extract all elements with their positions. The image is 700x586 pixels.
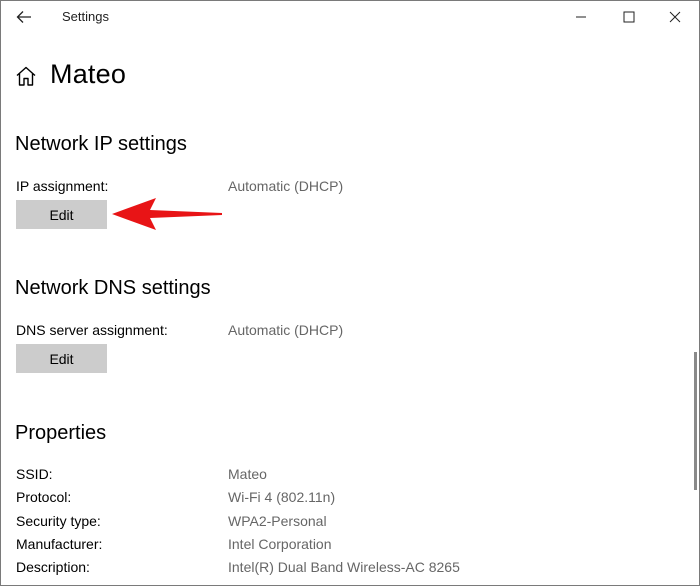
back-arrow-icon	[16, 11, 31, 23]
title-bar: Settings	[0, 0, 700, 34]
ip-assignment-label: IP assignment:	[16, 178, 109, 194]
dns-assignment-label: DNS server assignment:	[16, 322, 168, 338]
network-dns-section-title: Network DNS settings	[15, 277, 211, 299]
property-value-description: Intel(R) Dual Band Wireless-AC 8265	[228, 559, 460, 575]
property-label-manufacturer: Manufacturer:	[16, 536, 103, 552]
property-label-protocol: Protocol:	[16, 489, 72, 505]
maximize-button[interactable]	[606, 3, 652, 31]
property-value-protocol: Wi-Fi 4 (802.11n)	[228, 489, 336, 505]
ip-assignment-value: Automatic (DHCP)	[228, 178, 344, 194]
page-header: Mateo	[14, 54, 126, 94]
property-value-ssid: Mateo	[228, 466, 267, 482]
scrollbar-thumb[interactable]	[694, 352, 697, 490]
home-icon[interactable]	[14, 64, 38, 88]
minimize-button[interactable]	[558, 3, 604, 31]
network-ip-section-title: Network IP settings	[15, 133, 187, 155]
minimize-icon	[576, 16, 586, 18]
close-icon	[669, 11, 681, 23]
property-label-description: Description:	[16, 559, 90, 575]
ip-edit-button[interactable]: Edit	[16, 200, 107, 229]
close-button[interactable]	[652, 3, 698, 31]
app-title: Settings	[62, 9, 109, 24]
property-value-manufacturer: Intel Corporation	[228, 536, 332, 552]
maximize-icon	[623, 11, 635, 23]
annotation-arrow	[112, 198, 222, 230]
page-title: Mateo	[50, 58, 127, 89]
property-label-security-type: Security type:	[16, 513, 101, 529]
dns-edit-button[interactable]: Edit	[16, 344, 107, 373]
properties-section-title: Properties	[15, 422, 107, 444]
dns-assignment-value: Automatic (DHCP)	[228, 322, 344, 338]
back-button[interactable]	[6, 3, 42, 31]
property-label-ssid: SSID:	[16, 466, 53, 482]
property-value-security-type: WPA2-Personal	[228, 513, 327, 529]
